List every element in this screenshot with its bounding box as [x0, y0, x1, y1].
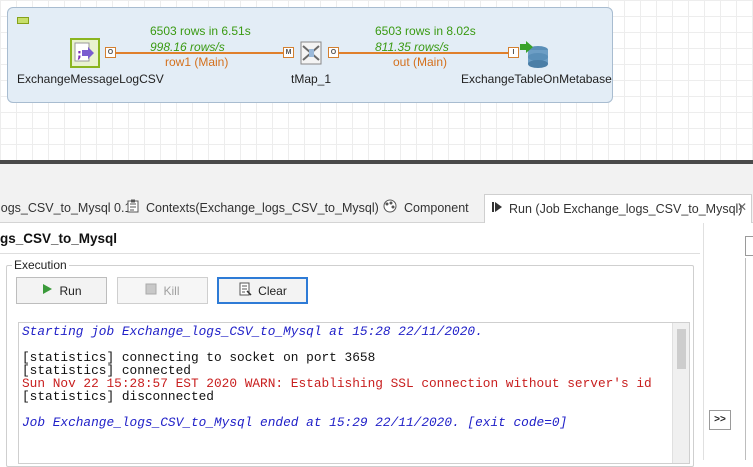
database-output-icon[interactable] — [518, 38, 552, 70]
vertical-scrollbar[interactable] — [672, 323, 689, 463]
svg-text:;: ; — [77, 47, 82, 61]
divider — [0, 253, 700, 254]
run-job-title: gs_CSV_to_Mysql — [0, 231, 118, 246]
splitter-bar[interactable] — [0, 160, 753, 164]
output-port[interactable]: O — [105, 47, 116, 58]
clear-button-label: Clear — [258, 283, 287, 298]
tab-label: Component — [404, 201, 469, 215]
stop-icon — [145, 283, 157, 298]
kill-button-label: Kill — [163, 283, 180, 298]
link-stats-rows: 6503 rows in 8.02s — [375, 24, 476, 38]
component-label[interactable]: tMap_1 — [291, 72, 331, 86]
execution-label: Execution — [12, 258, 69, 272]
tab-label: Run (Job Exchange_logs_CSV_to_Mysql) — [509, 202, 743, 216]
component-icon — [382, 195, 398, 223]
input-port-main[interactable]: M — [283, 47, 294, 58]
side-panel-field[interactable] — [745, 236, 753, 256]
run-button-label: Run — [59, 283, 82, 298]
subjob-collapse-toggle[interactable] — [17, 17, 29, 24]
component-label[interactable]: ExchangeTableOnMetabase — [461, 72, 612, 86]
tab-label: Contexts(Exchange_logs_CSV_to_Mysql) — [146, 201, 379, 215]
run-icon — [491, 196, 503, 224]
clear-log-icon — [238, 282, 252, 299]
contexts-icon — [126, 195, 140, 223]
tmap-icon[interactable] — [295, 38, 329, 68]
tab-job[interactable]: logs_CSV_to_Mysql 0.1 — [0, 194, 131, 222]
console-output[interactable]: Starting job Exchange_logs_CSV_to_Mysql … — [18, 322, 690, 464]
tab-contexts[interactable]: Contexts(Exchange_logs_CSV_to_Mysql) — [126, 194, 379, 222]
tab-component[interactable]: Component — [382, 194, 469, 222]
link-stats-rate: 998.16 rows/s — [150, 40, 225, 54]
side-panel — [745, 258, 753, 460]
view-splitter[interactable] — [0, 160, 753, 194]
panel-divider — [703, 223, 704, 460]
component-label[interactable]: ExchangeMessageLogCSV — [17, 72, 164, 86]
link-label[interactable]: row1 (Main) — [165, 55, 228, 69]
console-line: Starting job Exchange_logs_CSV_to_Mysql … — [22, 324, 483, 339]
run-button[interactable]: Run — [16, 277, 107, 304]
clear-button[interactable]: Clear — [217, 277, 308, 304]
console-line: Job Exchange_logs_CSV_to_Mysql ended at … — [22, 415, 568, 430]
job-designer-canvas[interactable]: O M 6503 rows in 6.51s 998.16 rows/s row… — [0, 0, 753, 160]
play-icon — [41, 283, 53, 298]
link-stats-rows: 6503 rows in 6.51s — [150, 24, 251, 38]
scrollbar-thumb[interactable] — [677, 329, 686, 369]
output-port[interactable]: O — [328, 47, 339, 58]
expand-panel-button[interactable]: >> — [709, 410, 731, 430]
tab-label: logs_CSV_to_Mysql 0.1 — [0, 201, 132, 215]
console-line: [statistics] disconnected — [22, 389, 214, 404]
tab-run[interactable]: Run (Job Exchange_logs_CSV_to_Mysql) — [484, 194, 752, 223]
csv-file-input-icon[interactable]: ; — [70, 38, 100, 68]
link-stats-rate: 811.35 rows/s — [375, 40, 449, 54]
close-icon[interactable]: ✕ — [736, 201, 748, 213]
kill-button[interactable]: Kill — [117, 277, 208, 304]
link-label[interactable]: out (Main) — [393, 55, 447, 69]
